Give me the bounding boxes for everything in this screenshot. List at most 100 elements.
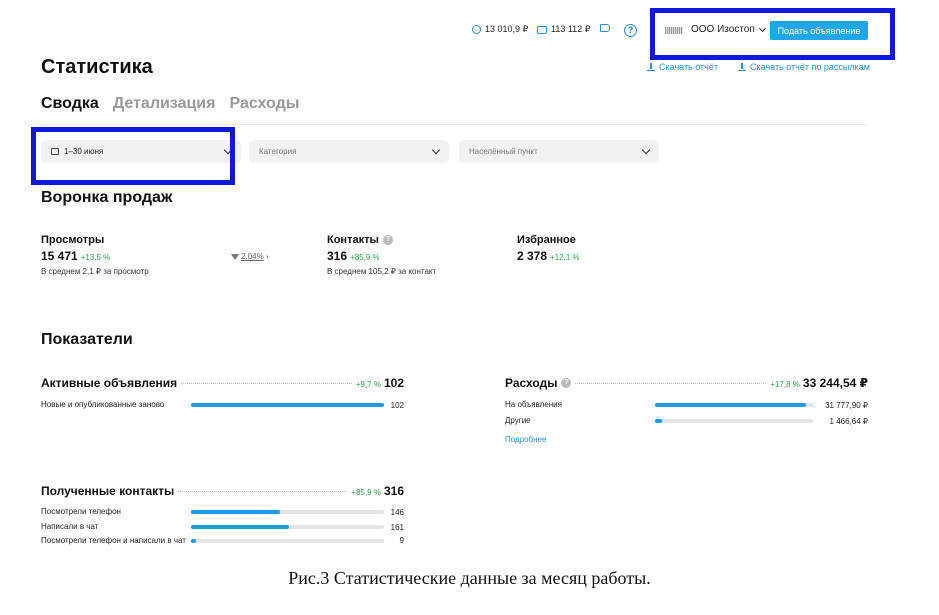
list-item: Посмотрели телефон 146 bbox=[41, 507, 404, 517]
category-filter[interactable]: Категория bbox=[249, 140, 449, 163]
views-value: 15 471 bbox=[41, 249, 78, 263]
row-bar-fill bbox=[191, 510, 281, 514]
contacts-sub: В среднем 105,2 ₽ за контакт bbox=[327, 267, 437, 276]
contacts-label: Контакты bbox=[327, 234, 379, 246]
tabs-divider bbox=[41, 124, 868, 125]
active-ads-rows: Новые и опубликованные заново 102 bbox=[41, 400, 404, 410]
chevron-right-icon: › bbox=[265, 252, 269, 261]
category-placeholder: Категория bbox=[259, 147, 297, 156]
contacts-value: 316 bbox=[327, 249, 348, 263]
row-value: 31 777,90 ₽ bbox=[825, 400, 868, 410]
active-ads-header: Активные объявления +9,7 % 102 bbox=[41, 376, 404, 390]
list-item: Посмотрели телефон и написали в чат 9 bbox=[41, 536, 404, 546]
contacts-label-row: Контакты ? bbox=[327, 234, 436, 246]
funnel-views: Просмотры 15 471 +13,5 % В среднем 2,1 ₽… bbox=[41, 234, 149, 276]
card-icon bbox=[537, 25, 547, 34]
row-bar bbox=[191, 403, 384, 407]
highlight-box-header bbox=[650, 8, 895, 60]
expenses-label-row: Расходы ? bbox=[505, 376, 572, 390]
contacts-value-row: 316 +85,9 % bbox=[327, 249, 436, 263]
balance-2-value: 113 112 ₽ bbox=[551, 24, 591, 34]
conversion-value: 2,04% bbox=[241, 252, 264, 261]
row-value: 9 bbox=[399, 536, 404, 545]
row-bar-fill bbox=[191, 403, 384, 407]
highlight-box-period bbox=[31, 127, 235, 185]
expenses-rows: На объявления 31 777,90 ₽ Другие 1 466,6… bbox=[505, 400, 868, 444]
row-bar-fill bbox=[191, 525, 290, 529]
list-item: Новые и опубликованные заново 102 bbox=[41, 400, 404, 410]
row-label: Другие bbox=[505, 416, 531, 425]
funnel-favorites: Избранное 2 378 +12,1 % bbox=[517, 234, 580, 263]
row-bar bbox=[191, 539, 384, 543]
row-value: 102 bbox=[390, 400, 404, 410]
views-value-row: 15 471 +13,5 % bbox=[41, 249, 149, 263]
expenses-pct: +17,8 % bbox=[770, 380, 800, 389]
favorites-value: 2 378 bbox=[517, 249, 548, 263]
contacts-received-header: Полученные контакты +85,9 % 316 bbox=[41, 484, 404, 498]
list-item: Другие 1 466,64 ₽ bbox=[505, 416, 868, 426]
funnel-title: Воронка продаж bbox=[41, 189, 173, 206]
list-item: На объявления 31 777,90 ₽ bbox=[505, 400, 868, 410]
row-value: 161 bbox=[390, 522, 404, 532]
chevron-down-icon bbox=[431, 145, 441, 155]
funnel-contacts: Контакты ? 316 +85,9 % В среднем 105,2 ₽… bbox=[327, 234, 436, 276]
tab-expenses[interactable]: Расходы bbox=[229, 95, 299, 113]
expenses-total: 33 244,54 ₽ bbox=[802, 376, 868, 390]
row-value: 146 bbox=[390, 507, 404, 517]
favorites-pct: +12,1 % bbox=[550, 253, 580, 262]
download-icon bbox=[647, 63, 655, 71]
row-label: Посмотрели телефон и написали в чат bbox=[41, 536, 186, 545]
download-mailing-report-label: Скачать отчёт по рассылкам bbox=[750, 62, 870, 72]
funnel-icon bbox=[231, 253, 239, 260]
promo-button[interactable] bbox=[600, 24, 610, 32]
info-icon[interactable]: ? bbox=[561, 378, 572, 388]
download-report-label: Скачать отчёт bbox=[659, 62, 718, 72]
active-ads-total: 102 bbox=[383, 376, 404, 390]
row-bar-fill bbox=[655, 419, 662, 423]
download-report-link[interactable]: Скачать отчёт bbox=[647, 62, 718, 72]
favorites-value-row: 2 378 +12,1 % bbox=[517, 249, 580, 263]
row-label: Написали в чат bbox=[41, 522, 99, 531]
city-placeholder: Населённый пункт bbox=[469, 147, 538, 156]
conversion-link[interactable]: 2,04% › bbox=[231, 252, 268, 261]
contacts-received-rows: Посмотрели телефон 146 Написали в чат 16… bbox=[41, 507, 404, 546]
views-label: Просмотры bbox=[41, 234, 105, 246]
expenses-header: Расходы ? +17,8 % 33 244,54 ₽ bbox=[505, 376, 868, 390]
expenses-label: Расходы bbox=[505, 376, 558, 390]
row-value: 1 466,64 ₽ bbox=[829, 416, 868, 426]
indicators-title: Показатели bbox=[41, 331, 133, 348]
tab-details[interactable]: Детализация bbox=[113, 95, 216, 113]
row-label: Посмотрели телефон bbox=[41, 507, 121, 516]
wallet-icon bbox=[472, 25, 481, 34]
row-bar-fill bbox=[655, 403, 807, 407]
chevron-down-icon bbox=[641, 145, 651, 155]
tabs: Сводка Детализация Расходы bbox=[41, 95, 299, 113]
row-bar bbox=[191, 510, 384, 514]
row-label: На объявления bbox=[505, 400, 562, 409]
balance-advance[interactable]: 113 112 ₽ bbox=[537, 24, 590, 35]
info-icon[interactable]: ? bbox=[382, 235, 393, 245]
expenses-more-link[interactable]: Подробнее bbox=[505, 435, 868, 444]
active-ads-pct: +9,7 % bbox=[355, 380, 381, 389]
contacts-pct: +85,9 % bbox=[350, 253, 380, 262]
row-bar-fill bbox=[191, 539, 197, 543]
city-filter[interactable]: Населённый пункт bbox=[459, 140, 659, 163]
balance-wallet[interactable]: 13 010,9 ₽ bbox=[472, 24, 528, 35]
figure-caption: Рис.3 Статистические данные за месяц раб… bbox=[288, 568, 651, 588]
row-bar bbox=[655, 403, 813, 407]
active-ads-label: Активные объявления bbox=[41, 376, 178, 390]
contacts-received-pct: +85,9 % bbox=[351, 488, 381, 497]
views-pct: +13,5 % bbox=[80, 253, 111, 262]
dotted-leader bbox=[575, 383, 767, 384]
download-mailing-report-link[interactable]: Скачать отчёт по рассылкам bbox=[738, 62, 870, 72]
download-icon bbox=[738, 63, 746, 71]
dotted-leader bbox=[181, 383, 352, 384]
list-item: Написали в чат 161 bbox=[41, 522, 404, 532]
row-bar bbox=[655, 419, 813, 423]
page-title: Статистика bbox=[41, 56, 153, 78]
help-button[interactable]: ? bbox=[624, 24, 637, 37]
contacts-received-label: Полученные контакты bbox=[41, 484, 175, 498]
views-sub: В среднем 2,1 ₽ за просмотр bbox=[41, 267, 149, 276]
row-label: Новые и опубликованные заново bbox=[41, 400, 165, 409]
tab-summary[interactable]: Сводка bbox=[41, 95, 99, 113]
